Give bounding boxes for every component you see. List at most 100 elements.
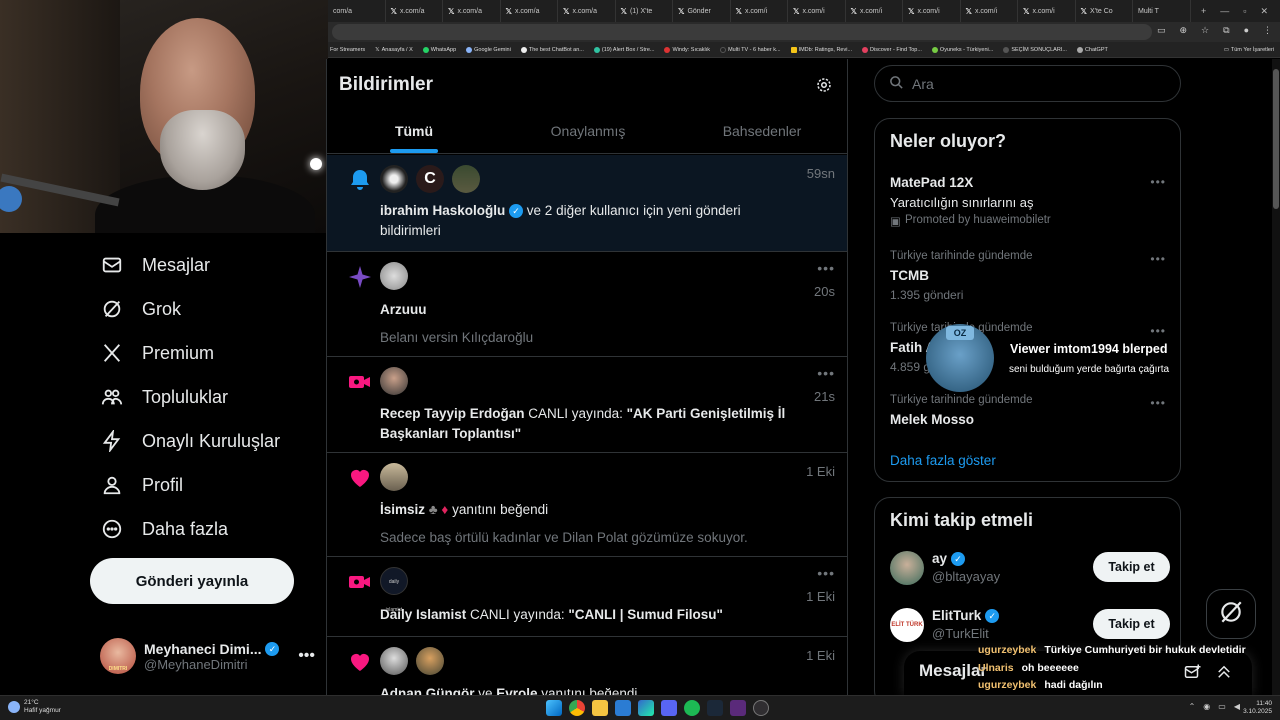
browser-tab[interactable]: 𝕏x.com/i bbox=[1018, 0, 1076, 22]
browser-tab[interactable]: 𝕏x.com/a bbox=[443, 0, 501, 22]
avatar[interactable]: daily islamist bbox=[380, 567, 408, 613]
search-input[interactable]: Ara bbox=[874, 65, 1181, 102]
notification-user[interactable]: ibrahim Haskoloğlu bbox=[380, 203, 505, 218]
notification-user[interactable]: İsimsiz bbox=[380, 502, 425, 517]
bookmark[interactable]: (19) Alert Box / Stre... bbox=[593, 46, 654, 53]
bookmark[interactable]: SEÇİM SONUÇLARI... bbox=[1003, 46, 1067, 53]
notification-user[interactable]: Daily Islamist bbox=[380, 607, 466, 622]
bookmark[interactable]: The best ChatBot an... bbox=[520, 46, 584, 53]
tab-all[interactable]: Tümü bbox=[327, 114, 501, 153]
browser-tab[interactable]: com/a bbox=[328, 0, 386, 22]
avatar[interactable] bbox=[380, 262, 408, 290]
close-icon[interactable]: ✕ bbox=[1260, 6, 1268, 17]
bookmark[interactable]: Multi TV - 6 haber k... bbox=[720, 46, 781, 53]
bookmark[interactable]: Windy: Sıcaklık bbox=[664, 46, 710, 53]
browser-tab[interactable]: 𝕏x.com/a bbox=[558, 0, 616, 22]
more-horizontal-icon[interactable]: ••• bbox=[817, 260, 835, 276]
bookmark[interactable]: IMDb: Ratings, Revi... bbox=[790, 46, 852, 53]
settings-gear-icon[interactable] bbox=[815, 76, 833, 94]
browser-tab[interactable]: 𝕏x.com/i bbox=[903, 0, 961, 22]
bookmark-star-icon[interactable]: ☆ bbox=[1201, 25, 1209, 36]
browser-tab[interactable]: Multi T bbox=[1133, 0, 1191, 22]
follow-button[interactable]: Takip et bbox=[1093, 552, 1170, 582]
grok-button[interactable] bbox=[1206, 589, 1256, 639]
volume-icon[interactable]: ◀ bbox=[1234, 702, 1240, 711]
minimize-icon[interactable]: — bbox=[1220, 6, 1229, 17]
spotify-icon[interactable] bbox=[684, 700, 700, 716]
browser-tab[interactable]: 𝕏 Gönder bbox=[673, 0, 731, 22]
clock[interactable]: 11:40 3.10.2025 bbox=[1243, 700, 1272, 716]
more-horizontal-icon[interactable]: ••• bbox=[817, 565, 835, 581]
browser-tab[interactable]: 𝕏x.com/i bbox=[731, 0, 788, 22]
more-horizontal-icon[interactable]: ••• bbox=[298, 647, 315, 665]
scrollbar-thumb[interactable] bbox=[1273, 69, 1279, 209]
sidebar-item-profile[interactable]: Profil bbox=[100, 473, 183, 497]
bookmark[interactable]: For Streamers bbox=[330, 47, 365, 53]
chrome-icon[interactable] bbox=[569, 700, 585, 716]
avatar[interactable] bbox=[416, 647, 444, 675]
browser-tab[interactable]: 𝕏x.com/i bbox=[788, 0, 846, 22]
notification-item[interactable]: 1 Eki İsimsiz ♣ ♦ yanıtını beğendi Sadec… bbox=[327, 453, 847, 557]
bookmark[interactable]: Discover - Find Top... bbox=[862, 46, 922, 53]
browser-tab[interactable]: 𝕏x.com/a bbox=[501, 0, 558, 22]
edge-icon[interactable] bbox=[638, 700, 654, 716]
discord-icon[interactable] bbox=[661, 700, 677, 716]
page-scrollbar[interactable] bbox=[1272, 59, 1280, 695]
menu-icon[interactable]: ⋮ bbox=[1263, 25, 1272, 36]
avatar[interactable] bbox=[380, 647, 408, 675]
more-horizontal-icon[interactable]: ••• bbox=[1150, 396, 1166, 410]
cast-icon[interactable]: ▭ bbox=[1157, 25, 1166, 36]
browser-tab[interactable]: 𝕏x.com/i bbox=[846, 0, 903, 22]
notification-user[interactable]: Recep Tayyip Erdoğan bbox=[380, 406, 525, 421]
sidebar-item-more[interactable]: Daha fazla bbox=[100, 517, 228, 541]
tab-verified[interactable]: Onaylanmış bbox=[501, 114, 675, 153]
sidebar-item-verified-orgs[interactable]: Onaylı Kuruluşlar bbox=[100, 429, 280, 453]
avatar[interactable] bbox=[380, 463, 408, 491]
notification-item[interactable]: 1 Eki Adnan Güngör ve Evrole yanıtını be… bbox=[327, 637, 847, 695]
tab-mentions[interactable]: Bahsedenler bbox=[675, 114, 847, 153]
avatar[interactable] bbox=[380, 165, 408, 193]
bookmark[interactable]: ChatGPT bbox=[1076, 46, 1108, 53]
media-icon[interactable] bbox=[615, 700, 631, 716]
more-horizontal-icon[interactable]: ••• bbox=[1150, 252, 1166, 266]
file-explorer-icon[interactable] bbox=[592, 700, 608, 716]
notification-item[interactable]: daily islamist ••• 1 Eki Daily Islamist … bbox=[327, 557, 847, 637]
account-switcher[interactable]: DIMITRI Meyhaneci Dimi... ✓ @MeyhaneDimit… bbox=[100, 633, 315, 679]
avatar[interactable] bbox=[380, 367, 408, 395]
live-title[interactable]: "CANLI | Sumud Filosu" bbox=[568, 607, 723, 622]
notification-user[interactable]: Arzuuu bbox=[380, 302, 427, 317]
bookmark[interactable]: Google Gemini bbox=[466, 46, 511, 53]
avatar[interactable]: C bbox=[416, 165, 444, 193]
show-more-link[interactable]: Daha fazla göster bbox=[890, 453, 996, 468]
avatar[interactable]: ELİT TÜRK bbox=[890, 608, 924, 642]
bookmark[interactable]: WhatsApp bbox=[422, 46, 456, 53]
notification-user[interactable]: Evrole bbox=[496, 686, 537, 695]
notification-user[interactable]: Adnan Güngör bbox=[380, 686, 475, 695]
location-icon[interactable]: ◉ bbox=[1203, 702, 1210, 711]
sidebar-item-grok[interactable]: Grok bbox=[100, 297, 181, 321]
sidebar-item-premium[interactable]: Premium bbox=[100, 341, 214, 365]
all-bookmarks[interactable]: ▭ Tüm Yer İşaretleri bbox=[1224, 47, 1280, 53]
maximize-icon[interactable]: ▫ bbox=[1243, 6, 1246, 17]
notification-item[interactable]: C 59sn ibrahim Haskoloğlu ✓ ve 2 diğer k… bbox=[327, 155, 847, 252]
browser-tab[interactable]: 𝕏 X'te Co bbox=[1076, 0, 1133, 22]
zoom-icon[interactable]: ⊕ bbox=[1180, 25, 1188, 36]
windows-start-icon[interactable] bbox=[546, 700, 562, 716]
avatar[interactable] bbox=[890, 551, 924, 585]
obs-icon[interactable] bbox=[753, 700, 769, 716]
notification-item[interactable]: ••• 21s Recep Tayyip Erdoğan CANLI yayın… bbox=[327, 357, 847, 453]
address-field[interactable] bbox=[332, 24, 1152, 40]
sidebar-item-messages[interactable]: Mesajlar bbox=[100, 253, 210, 277]
more-horizontal-icon[interactable]: ••• bbox=[1150, 175, 1166, 189]
browser-tab[interactable]: 𝕏 (1) X'te bbox=[616, 0, 673, 22]
new-tab-icon[interactable]: + bbox=[1201, 6, 1206, 17]
follow-button[interactable]: Takip et bbox=[1093, 609, 1170, 639]
browser-tab[interactable]: 𝕏x.com/a bbox=[386, 0, 443, 22]
avatar[interactable] bbox=[452, 165, 480, 193]
extensions-icon[interactable]: ⧉ bbox=[1223, 25, 1229, 36]
network-icon[interactable]: ▭ bbox=[1218, 702, 1226, 711]
chevron-up-icon[interactable]: ⌃ bbox=[1189, 702, 1196, 711]
weather-widget[interactable]: 21°C Hafif yağmur bbox=[8, 699, 61, 715]
profile-icon[interactable]: ● bbox=[1244, 25, 1249, 36]
more-horizontal-icon[interactable]: ••• bbox=[817, 365, 835, 381]
